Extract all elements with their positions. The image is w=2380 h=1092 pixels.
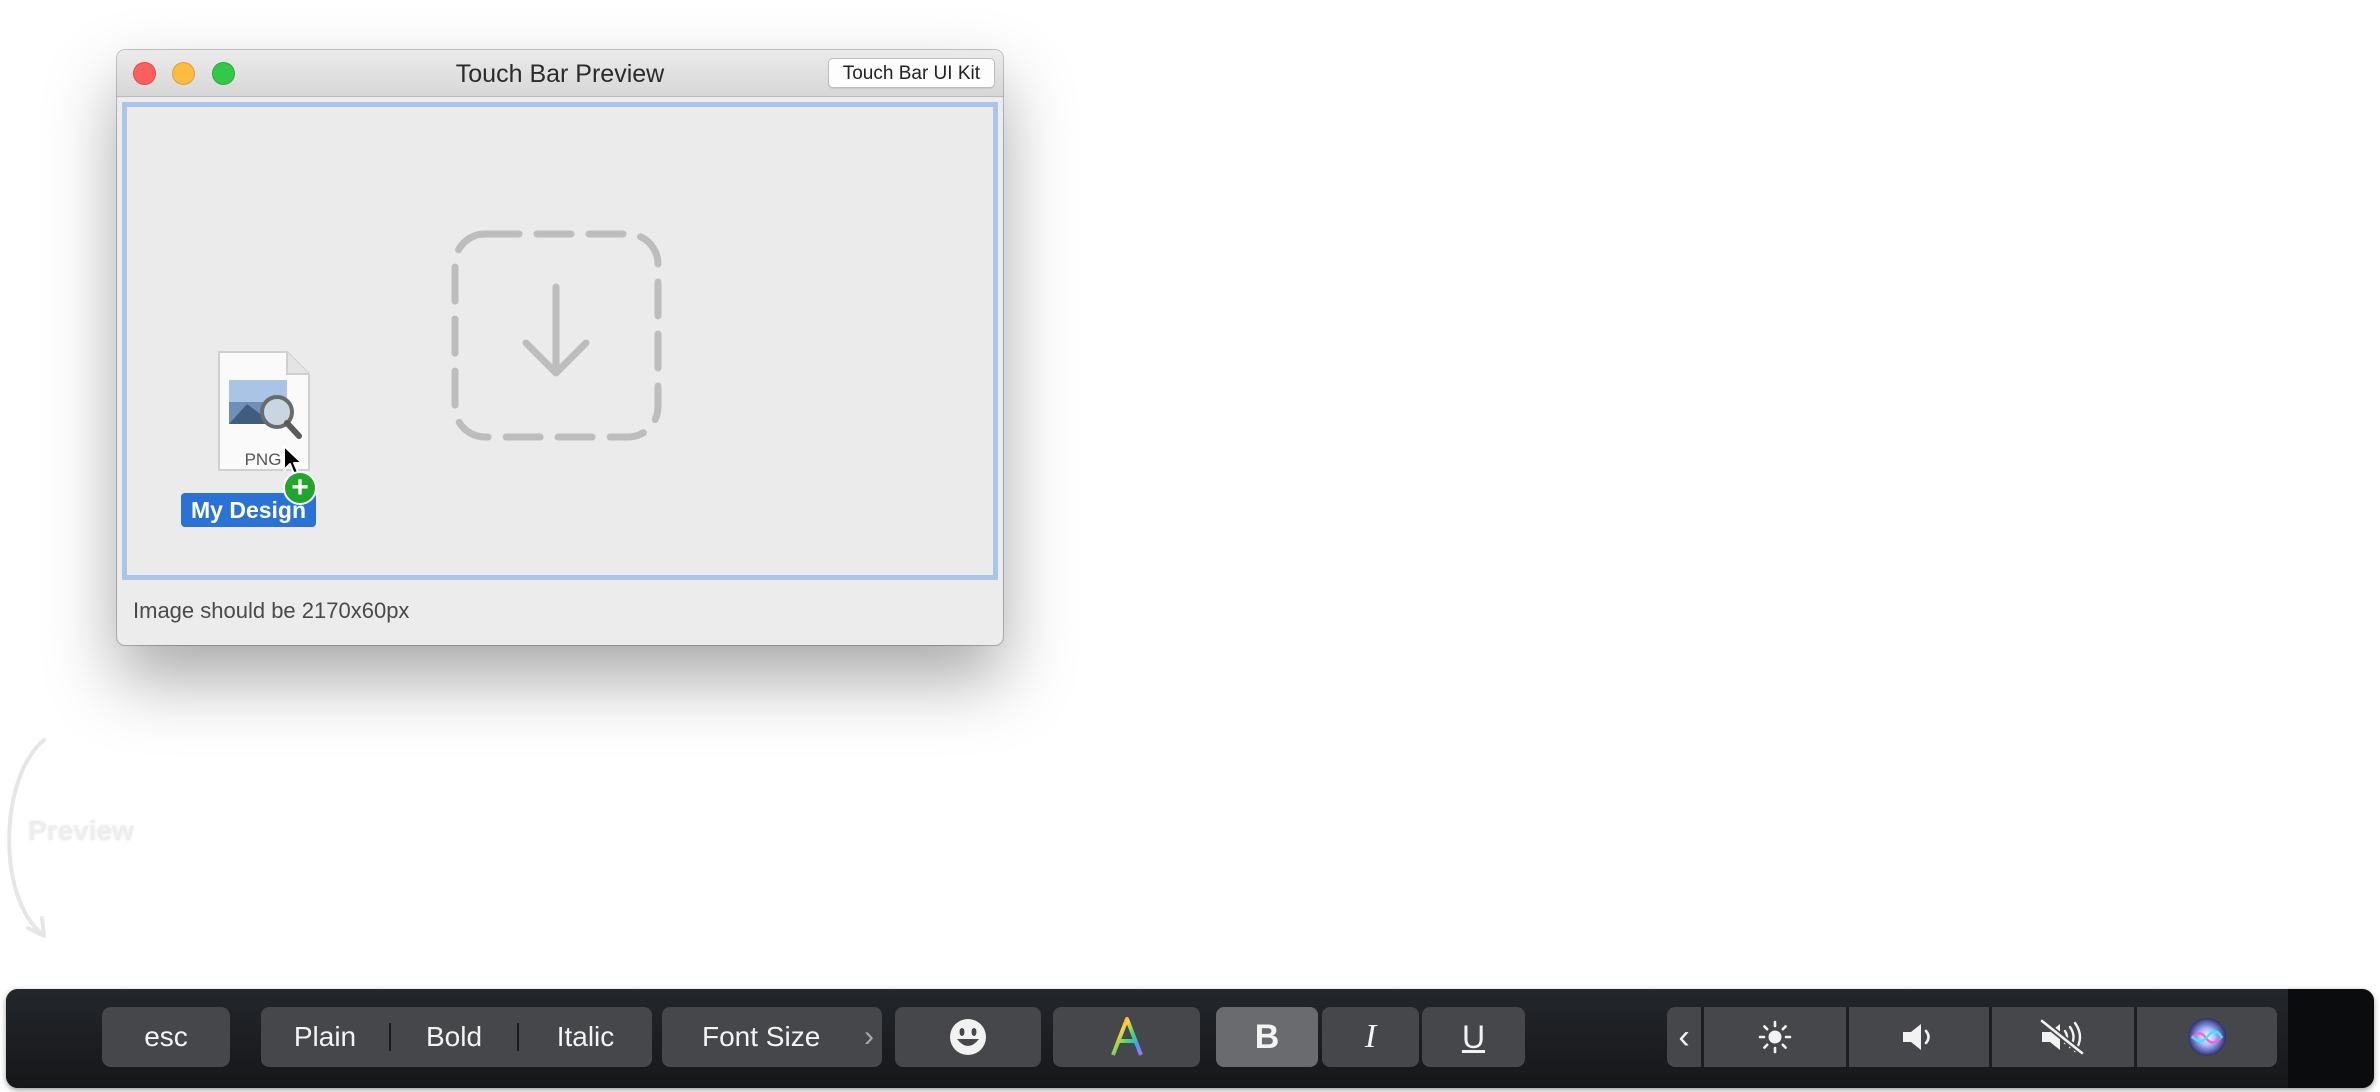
touch-bar-screen: esc Plain Bold Italic Font Size › B I U …	[6, 989, 2288, 1088]
touch-bar-edge	[2288, 989, 2374, 1088]
esc-key[interactable]: esc	[102, 1007, 230, 1067]
style-plain-segment[interactable]: Plain	[261, 1007, 389, 1067]
text-color-button[interactable]	[1053, 1007, 1200, 1067]
download-arrow-icon	[451, 230, 662, 441]
underline-button[interactable]: U	[1422, 1007, 1525, 1067]
text-style-segmented-control: Plain Bold Italic	[261, 1007, 652, 1067]
brightness-button[interactable]	[1704, 1007, 1846, 1067]
siri-icon	[2188, 1018, 2226, 1056]
preview-label: Preview	[28, 815, 134, 846]
font-size-label: Font Size	[702, 1021, 821, 1052]
touch-bar-preview-window: Touch Bar Preview Touch Bar UI Kit PNG M…	[117, 50, 1003, 645]
mute-icon	[2040, 1019, 2084, 1055]
mute-button[interactable]	[1992, 1007, 2134, 1067]
control-strip: ‹	[1667, 1007, 2277, 1067]
emoji-icon	[950, 1019, 986, 1055]
touch-bar-ui-kit-button[interactable]: Touch Bar UI Kit	[827, 58, 995, 88]
status-text: Image should be 2170x60px	[133, 598, 410, 623]
siri-button[interactable]	[2137, 1007, 2277, 1067]
volume-button[interactable]	[1849, 1007, 1989, 1067]
italic-button[interactable]: I	[1322, 1007, 1419, 1067]
brightness-icon	[1758, 1020, 1792, 1054]
style-bold-segment[interactable]: Bold	[391, 1007, 517, 1067]
text-color-icon	[1110, 1017, 1143, 1056]
add-badge-icon: +	[283, 471, 317, 505]
font-size-button[interactable]: Font Size ›	[662, 1007, 882, 1067]
volume-icon	[1903, 1024, 1930, 1050]
title-bar[interactable]: Touch Bar Preview Touch Bar UI Kit	[117, 50, 1003, 97]
touch-bar: esc Plain Bold Italic Font Size › B I U …	[6, 989, 2374, 1088]
style-italic-segment[interactable]: Italic	[519, 1007, 652, 1067]
expand-control-strip-button[interactable]: ‹	[1667, 1007, 1701, 1067]
emoji-button[interactable]	[895, 1007, 1041, 1067]
bold-button[interactable]: B	[1216, 1007, 1318, 1067]
chevron-right-icon: ›	[864, 1020, 874, 1053]
drop-zone[interactable]: PNG My Design +	[122, 102, 998, 580]
